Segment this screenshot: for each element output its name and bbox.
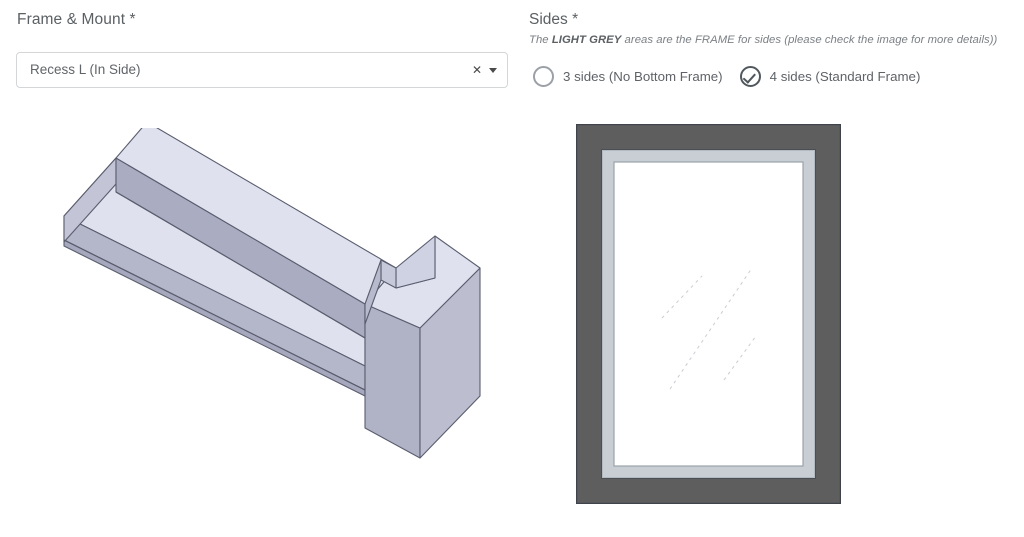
frame-4-sides-preview <box>575 123 842 505</box>
recess-l-3d-svg <box>63 121 481 459</box>
sides-hint: The LIGHT GREY areas are the FRAME for s… <box>529 34 997 46</box>
sides-hint-prefix: The <box>529 34 552 46</box>
chevron-down-icon[interactable] <box>489 67 497 73</box>
radio-checked-icon[interactable] <box>739 66 761 87</box>
close-x-icon[interactable]: ✕ <box>472 64 482 76</box>
sides-hint-emphasis: LIGHT GREY <box>551 34 622 46</box>
sides-option-4-sides[interactable]: 4 sides (Standard Frame) <box>739 66 921 87</box>
sides-hint-suffix: areas are the FRAME for sides (please ch… <box>621 34 998 46</box>
sides-option-3-sides-label: 3 sides (No Bottom Frame) <box>563 69 723 84</box>
frame-inner-mat <box>613 161 804 467</box>
sides-option-3-sides[interactable]: 3 sides (No Bottom Frame) <box>533 66 723 87</box>
frame-preview-svg <box>575 123 842 505</box>
frame-mount-selected-value: Recess L (In Side) <box>30 62 141 77</box>
sides-panel: Sides * The LIGHT GREY areas are the FRA… <box>520 0 1024 537</box>
sides-label: Sides * <box>529 11 579 28</box>
sides-radio-group: 3 sides (No Bottom Frame) 4 sides (Stand… <box>533 66 937 87</box>
radio-unchecked-icon[interactable] <box>533 66 554 87</box>
recess-l-3d-diagram <box>40 121 500 468</box>
sides-option-4-sides-label: 4 sides (Standard Frame) <box>769 69 921 84</box>
frame-mount-select[interactable]: Recess L (In Side) ✕ <box>16 52 508 88</box>
select-controls: ✕ <box>472 53 497 87</box>
frame-mount-panel: Frame & Mount * Recess L (In Side) ✕ <box>0 0 520 537</box>
frame-mount-label: Frame & Mount * <box>17 11 136 28</box>
